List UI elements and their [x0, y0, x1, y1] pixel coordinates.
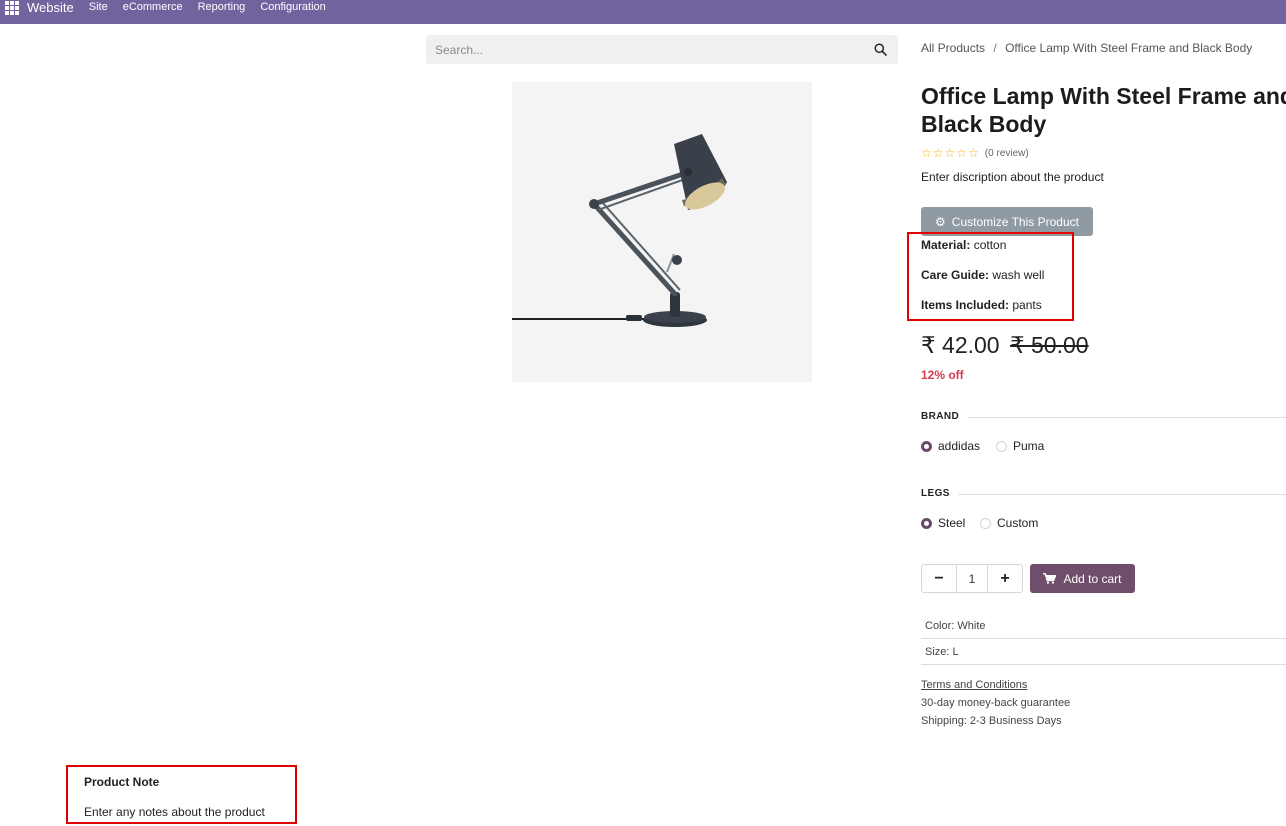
breadcrumb-all-products[interactable]: All Products — [921, 41, 985, 55]
top-navbar: Website Site eCommerce Reporting Configu… — [0, 0, 1286, 24]
product-image — [512, 82, 812, 382]
legs-label: LEGS — [921, 488, 950, 499]
radio-label: Steel — [938, 516, 966, 530]
guarantee-text: 30-day money-back guarantee — [921, 697, 1071, 709]
legs-divider — [958, 494, 1286, 495]
lamp-illustration — [512, 82, 812, 382]
menu-site[interactable]: Site — [89, 1, 108, 13]
breadcrumb: All Products / Office Lamp With Steel Fr… — [921, 41, 1252, 55]
search-bar — [426, 35, 898, 64]
apps-grid-icon[interactable] — [5, 1, 19, 15]
brand-option-puma[interactable]: Puma — [996, 439, 1044, 453]
product-price: ₹ 42.00 ₹ 50.00 — [921, 332, 1089, 359]
terms-and-conditions-link[interactable]: Terms and Conditions — [921, 679, 1027, 691]
add-to-cart-label: Add to cart — [1063, 571, 1122, 586]
legs-option-custom[interactable]: Custom — [980, 516, 1038, 530]
radio-checked-icon[interactable] — [921, 440, 932, 452]
product-title: Office Lamp With Steel Frame and Black B… — [921, 83, 1286, 137]
brand-option-addidas[interactable]: addidas — [921, 439, 980, 453]
review-count[interactable]: (0 review) — [985, 148, 1029, 159]
gears-icon: ⚙ — [935, 214, 946, 229]
spec-color: Color: White — [921, 613, 1286, 639]
menu-reporting[interactable]: Reporting — [198, 1, 246, 13]
highlight-box-note — [66, 765, 297, 824]
add-to-cart-button[interactable]: Add to cart — [1030, 564, 1135, 593]
menu-ecommerce[interactable]: eCommerce — [123, 1, 183, 13]
brand-divider — [968, 417, 1286, 418]
radio-label: Puma — [1013, 439, 1045, 453]
spec-size: Size: L — [921, 639, 1286, 665]
search-input[interactable] — [426, 35, 866, 64]
highlight-box-attributes — [907, 232, 1074, 321]
customize-label: Customize This Product — [951, 214, 1079, 229]
radio-label: Custom — [997, 516, 1039, 530]
brand-label: BRAND — [921, 411, 960, 422]
product-rating: ☆☆☆☆☆ (0 review) — [921, 146, 1029, 160]
current-price: ₹ 42.00 — [921, 332, 1000, 358]
app-brand[interactable]: Website — [27, 0, 74, 15]
search-icon[interactable] — [874, 43, 887, 56]
discount-badge: 12% off — [921, 368, 964, 382]
breadcrumb-current: Office Lamp With Steel Frame and Black B… — [1005, 41, 1253, 55]
shipping-text: Shipping: 2-3 Business Days — [921, 715, 1062, 727]
decrease-quantity-button[interactable]: − — [922, 565, 956, 592]
radio-unchecked-icon[interactable] — [980, 517, 991, 529]
increase-quantity-button[interactable]: + — [988, 565, 1022, 592]
radio-checked-icon[interactable] — [921, 517, 932, 529]
product-description: Enter discription about the product — [921, 170, 1104, 184]
old-price: ₹ 50.00 — [1009, 332, 1089, 358]
star-rating-icon[interactable]: ☆☆☆☆☆ — [921, 146, 980, 160]
radio-unchecked-icon[interactable] — [996, 440, 1007, 452]
breadcrumb-separator: / — [993, 41, 997, 55]
quantity-input[interactable] — [956, 565, 988, 592]
quantity-stepper: − + — [921, 564, 1023, 593]
legs-option-steel[interactable]: Steel — [921, 516, 965, 530]
radio-label: addidas — [938, 439, 981, 453]
menu-configuration[interactable]: Configuration — [260, 1, 325, 13]
cart-icon — [1043, 573, 1057, 584]
